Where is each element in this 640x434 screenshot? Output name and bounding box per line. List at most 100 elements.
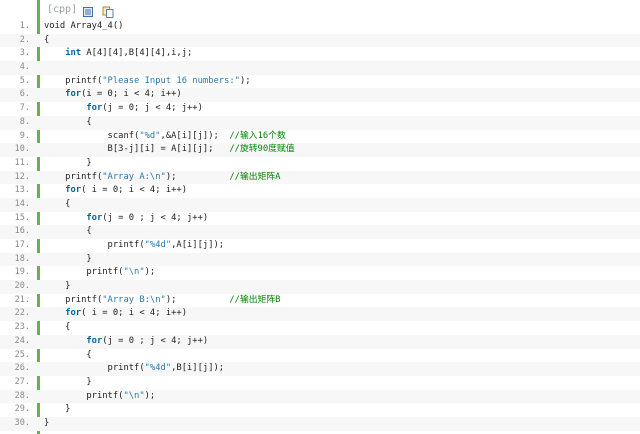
code-token: A[4][4],B[4][4],i,j; (81, 48, 193, 59)
line-number: 22. (14, 308, 30, 319)
code-text: } (44, 376, 91, 390)
code-line: 25. { (0, 349, 640, 363)
line-number: 29. (14, 404, 30, 415)
code-line: 29. } (0, 403, 640, 417)
code-line: 18. } (0, 252, 640, 267)
code-line: 22. for( i = 0; i < 4; i++) (0, 307, 640, 322)
code-token: (j = 0; j < 4; j++) (102, 103, 203, 114)
code-line: 30.} (0, 416, 640, 431)
code-text: } (44, 253, 92, 267)
line-number: 1. (19, 21, 30, 31)
code-line: 3. int A[4][4],B[4][4],i,j; (0, 47, 640, 61)
string-token: "\n" (123, 390, 145, 401)
code-line: 26. printf("%4d",B[i][j]); (0, 362, 640, 376)
keyword-token: for (65, 185, 82, 196)
code-token: } (44, 417, 50, 428)
code-line: 24. for(j = 0 ; j < 4; j++) (0, 334, 640, 349)
code-token: B[3-j][i] = A[i][j]; (44, 144, 230, 155)
code-token: (j = 0 ; j < 4; j++) (102, 212, 209, 223)
string-token: "Array A:\n" (102, 171, 166, 182)
code-line: 20. } (0, 280, 640, 294)
code-line: 13. for( i = 0; i < 4; i++) (0, 184, 640, 198)
string-token: "\n" (123, 267, 145, 278)
string-token: "%4d" (144, 240, 172, 250)
code-token: } (44, 157, 92, 168)
code-text: { (44, 116, 92, 130)
code-line: 1. void Array4_4() (0, 20, 640, 34)
code-text: printf("Array A:\n"); //输出矩阵A (44, 171, 280, 185)
line-number: 5. (19, 75, 30, 86)
code-toolbar: [cpp] (37, 0, 640, 20)
string-token: "%4d" (144, 363, 172, 374)
line-number: 24. (14, 335, 30, 346)
code-token: } (44, 253, 92, 264)
code-line: 10. B[3-j][i] = A[i][j]; //旋转90度赋值 (0, 143, 640, 157)
line-number: 16. (14, 226, 30, 237)
keyword-token: for (65, 308, 82, 319)
code-text: { (44, 225, 92, 239)
line-number: 10. (14, 144, 30, 155)
comment-token: //输入16个数 (229, 130, 286, 141)
code-text: for(j = 0; j < 4; j++) (44, 102, 203, 116)
view-source-icon[interactable] (82, 3, 94, 17)
code-token: ); (144, 390, 156, 401)
code-token: { (44, 349, 92, 360)
code-token: ( i = 0; i < 4; i++) (81, 308, 188, 319)
code-text: for( i = 0; i < 4; i++) (44, 184, 187, 198)
code-line: 12. printf("Array A:\n"); //输出矩阵A (0, 170, 640, 185)
code-token: ,B[i][j]); (171, 363, 225, 374)
code-token: printf( (44, 363, 145, 374)
line-number: 23. (14, 322, 30, 333)
code-text: void Array4_4() (44, 20, 123, 34)
code-text: { (44, 349, 92, 363)
line-number: 13. (14, 185, 30, 196)
code-token: ,&A[i][j]); (160, 130, 230, 141)
line-number: 9. (19, 130, 30, 141)
code-text: scanf("%d",&A[i][j]); //输入16个数 (44, 130, 286, 144)
code-text: { (44, 198, 70, 212)
line-number: 7. (19, 103, 30, 114)
string-token: "Please Input 16 numbers:" (102, 75, 240, 86)
code-token: (j = 0 ; j < 4; j++) (102, 335, 209, 346)
code-line: 17. printf("%4d",A[i][j]); (0, 239, 640, 253)
line-number: 30. (14, 417, 30, 428)
code-token: printf( (44, 390, 124, 401)
keyword-token: int (65, 48, 82, 59)
code-line: 11. } (0, 157, 640, 171)
code-block: [cpp] 1. void Array4_4() 2. {3. int A[4][4]… (0, 0, 640, 434)
code-text: printf("Please Input 16 numbers:"); (44, 75, 250, 89)
code-token: { (44, 226, 92, 237)
code-line: 2. { (0, 33, 640, 48)
code-text: { (44, 34, 49, 48)
keyword-token: for (86, 212, 103, 223)
code-line: 7. for(j = 0; j < 4; j++) (0, 102, 640, 116)
line-number: 4. (19, 62, 30, 73)
copy-icon[interactable] (102, 3, 114, 18)
code-line: 4. (0, 61, 640, 75)
comment-token: //输出矩阵A (229, 171, 281, 182)
code-token: { (44, 34, 50, 45)
code-token: (i = 0; i < 4; i++) (81, 89, 182, 100)
code-token: printf( (44, 240, 145, 250)
code-token: ); (144, 267, 156, 278)
string-token: "Array B:\n" (102, 294, 166, 305)
code-text: } (44, 417, 49, 431)
line-number: 18. (14, 253, 30, 264)
code-token: { (44, 116, 92, 127)
line-number: 2. (19, 34, 30, 45)
code-line: 19. printf("\n"); (0, 266, 640, 280)
line-number: 6. (19, 89, 30, 100)
comment-token: //输出矩阵B (229, 294, 281, 305)
code-text: for( i = 0; i < 4; i++) (44, 307, 187, 321)
line-number: 11. (14, 157, 30, 168)
line-number: 19. (14, 267, 30, 278)
code-token: { (44, 198, 71, 209)
code-text: printf("\n"); (44, 266, 155, 280)
code-token: printf( (44, 267, 124, 278)
